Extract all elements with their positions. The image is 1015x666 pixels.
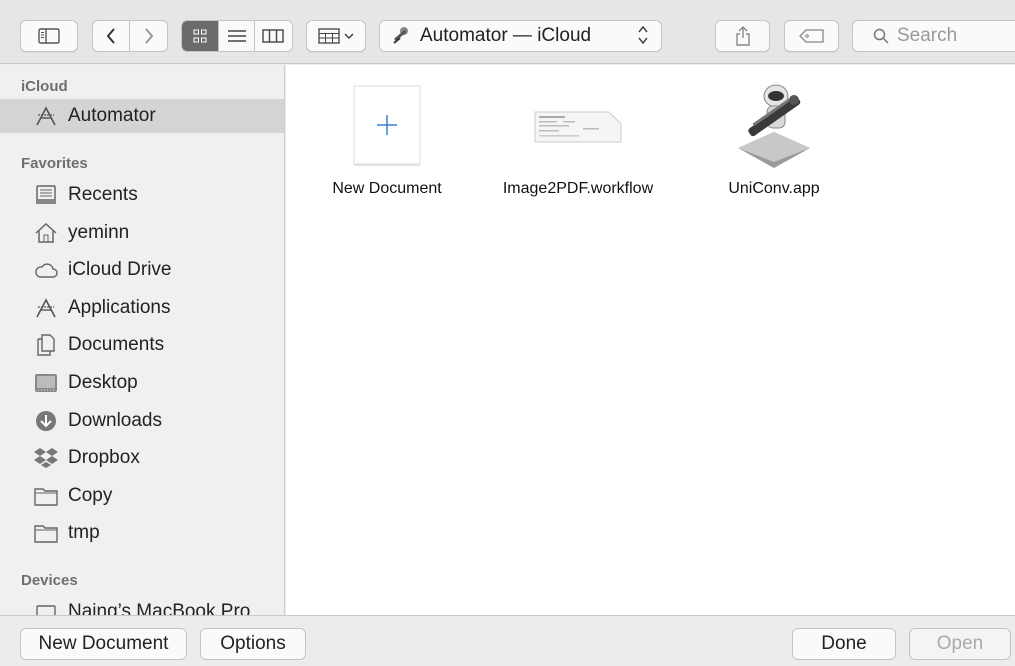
sidebar-item-label: Copy [68,485,113,506]
automator-app-icon [734,81,814,171]
section-title-devices: Devices [21,572,78,589]
icon-view-button[interactable] [182,21,220,51]
list-view-button[interactable] [219,21,255,51]
search-placeholder: Search [897,25,958,46]
applications-icon [34,296,58,320]
workflow-file-icon [531,81,625,171]
share-icon [735,26,750,46]
sidebar-item-macbook[interactable]: Naing’s MacBook Pro [0,595,284,615]
dropbox-icon [34,446,58,470]
toolbar: Automator — iCloud Search [0,0,1015,64]
sidebar-toggle-icon [38,28,60,44]
section-title-favorites: Favorites [21,155,88,172]
location-popup[interactable]: Automator — iCloud [379,20,662,52]
section-title-icloud: iCloud [21,78,68,95]
sidebar-item-label: yeminn [68,222,130,243]
search-field[interactable]: Search [852,20,1015,52]
sidebar: iCloud Automator Favorites Recents yemin… [0,65,285,615]
arrange-menu-button[interactable] [306,20,366,52]
sidebar-item-label: Automator [68,105,156,126]
automator-folder-icon [393,27,408,44]
sidebar-item-yeminn[interactable]: yeminn [0,216,284,250]
chevron-down-icon [344,33,354,40]
file-item-uniconv-app[interactable]: UniConv.app [689,81,859,199]
sidebar-item-recents[interactable]: Recents [0,178,284,212]
sidebar-item-documents[interactable]: Documents [0,328,284,362]
share-button[interactable] [715,20,770,52]
location-label: Automator — iCloud [420,25,592,46]
recents-icon [34,183,58,207]
sidebar-item-downloads[interactable]: Downloads [0,404,284,438]
sidebar-item-label: Dropbox [68,447,140,468]
open-button[interactable]: Open [909,628,1011,660]
file-item-image2pdf-workflow[interactable]: Image2PDF.workflow [493,81,663,199]
sidebar-item-label: Documents [68,334,165,355]
sidebar-item-automator[interactable]: Automator [0,99,284,133]
tag-icon [798,29,824,43]
desktop-icon [34,371,58,395]
sidebar-item-label: Recents [68,184,138,205]
home-icon [34,221,58,245]
back-button[interactable] [93,21,131,51]
sidebar-item-applications[interactable]: Applications [0,291,284,325]
sidebar-item-label: iCloud Drive [68,259,172,280]
chevron-left-icon [106,28,115,44]
new-document-icon [353,81,421,171]
file-name: New Document [332,180,442,197]
options-button[interactable]: Options [200,628,306,660]
icon-view-icon [193,29,207,43]
documents-icon [34,333,58,357]
back-forward-control [92,20,168,52]
bottom-bar: New Document Options Done Open [0,615,1015,666]
list-view-icon [227,30,246,42]
arrange-grid-icon [318,28,340,44]
file-item-new-document[interactable]: New Document [302,81,472,199]
file-browser: New Document Image2PDF.workflow UniConv.… [286,65,1015,615]
view-mode-control [181,20,293,52]
sidebar-item-label: tmp [68,522,100,543]
done-button[interactable]: Done [792,628,896,660]
downloads-icon [34,409,58,433]
folder-icon [34,521,58,545]
column-view-button[interactable] [255,21,292,51]
up-down-chevron-icon [637,24,649,51]
sidebar-item-copy[interactable]: Copy [0,479,284,513]
sidebar-item-label: Applications [68,297,171,318]
chevron-right-icon [144,28,153,44]
sidebar-item-icloud-drive[interactable]: iCloud Drive [0,253,284,287]
sidebar-item-label: Naing’s MacBook Pro [68,601,251,615]
folder-icon [34,484,58,508]
automator-icon [34,104,58,128]
file-name: UniConv.app [728,180,820,197]
sidebar-item-desktop[interactable]: Desktop [0,366,284,400]
sidebar-item-label: Downloads [68,410,162,431]
file-name: Image2PDF.workflow [502,180,654,197]
tags-button[interactable] [784,20,839,52]
new-document-button[interactable]: New Document [20,628,187,660]
search-icon [873,28,889,44]
cloud-icon [34,258,58,282]
column-view-icon [262,29,285,43]
sidebar-item-label: Desktop [68,372,138,393]
sidebar-item-tmp[interactable]: tmp [0,516,284,550]
sidebar-item-dropbox[interactable]: Dropbox [0,441,284,475]
sidebar-toggle-button[interactable] [20,20,78,52]
laptop-icon [34,600,58,615]
forward-button[interactable] [130,21,167,51]
